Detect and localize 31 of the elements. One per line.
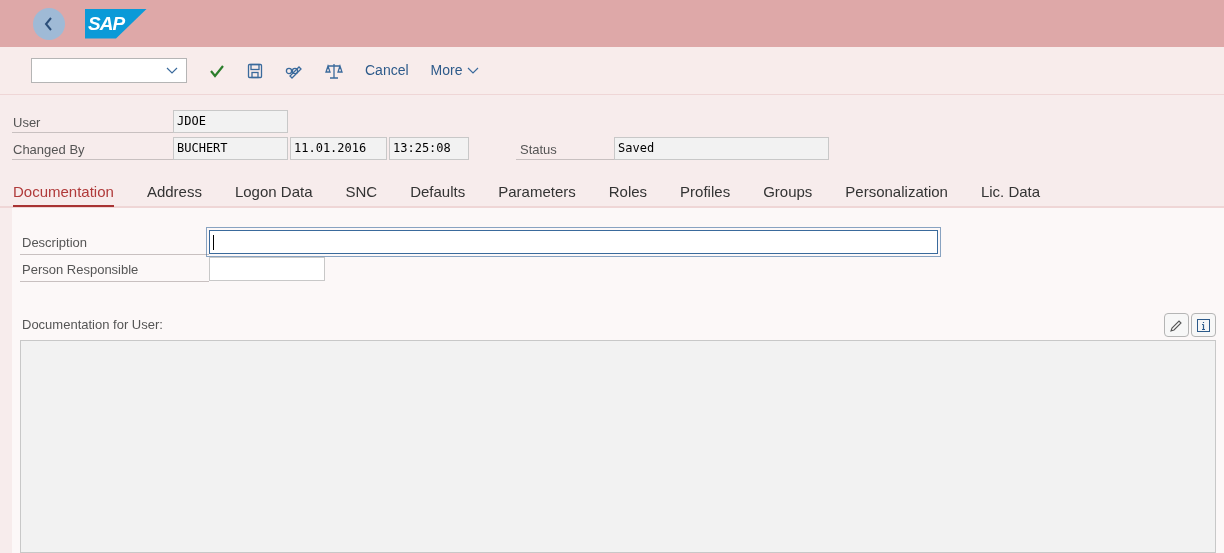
- tab[interactable]: Logon Data: [234, 179, 313, 207]
- tab[interactable]: Personalization: [845, 179, 948, 207]
- text-field[interactable]: [209, 257, 325, 281]
- tab[interactable]: Parameters: [498, 179, 576, 207]
- tab[interactable]: Address: [146, 179, 202, 207]
- pencil-icon: [1170, 318, 1183, 332]
- edit-button[interactable]: [1164, 313, 1189, 337]
- tab[interactable]: Defaults: [410, 179, 466, 207]
- tab[interactable]: SNC: [345, 179, 378, 207]
- scale-icon[interactable]: [325, 61, 343, 80]
- tab[interactable]: Groups: [763, 179, 813, 207]
- checkmark-icon[interactable]: [209, 63, 225, 78]
- save-icon[interactable]: [247, 62, 263, 79]
- sap-logo: SAP: [85, 8, 147, 39]
- more-menu-button[interactable]: More: [430, 60, 479, 81]
- back-button[interactable]: [33, 7, 65, 40]
- text-field[interactable]: [209, 230, 938, 254]
- chevron-down-icon: [466, 66, 479, 75]
- readonly-field: 13:25:08: [389, 137, 469, 160]
- status-field: Saved: [614, 137, 829, 160]
- info-button[interactable]: [1191, 313, 1216, 337]
- tab[interactable]: Profiles: [680, 179, 731, 207]
- tab[interactable]: Roles: [608, 179, 648, 207]
- readonly-field: 11.01.2016: [290, 137, 387, 160]
- tab[interactable]: Lic. Data: [980, 179, 1041, 207]
- chevron-down-icon: [166, 66, 178, 75]
- cancel-button[interactable]: Cancel: [365, 60, 409, 81]
- readonly-field: JDOE: [173, 110, 288, 133]
- section-label: Documentation for User:: [21, 315, 163, 334]
- info-icon: [1197, 318, 1210, 332]
- readonly-field: BUCHERT: [173, 137, 288, 160]
